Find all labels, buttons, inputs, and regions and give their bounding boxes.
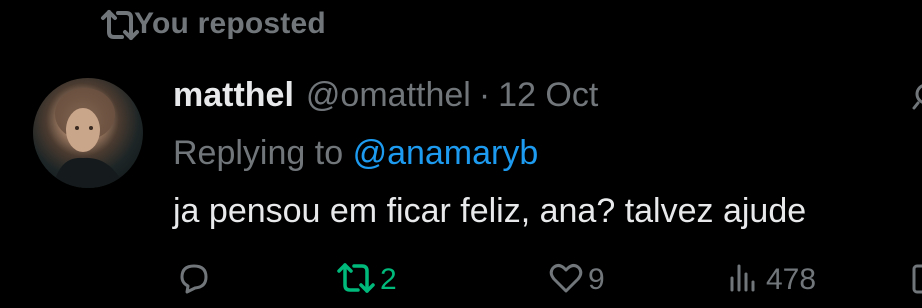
share-button[interactable] bbox=[912, 260, 922, 300]
author-handle[interactable]: @omatthel bbox=[306, 76, 471, 115]
like-count: 9 bbox=[588, 263, 605, 296]
post-actions: 2 9 478 bbox=[176, 260, 922, 300]
repost-icon bbox=[100, 8, 140, 42]
replying-mention-link[interactable]: @anamaryb bbox=[353, 134, 539, 172]
meta-separator: · bbox=[478, 76, 491, 114]
like-button[interactable]: 9 bbox=[548, 260, 605, 300]
post-meta-row: matthel @omatthel · 12 Oct bbox=[173, 76, 598, 115]
replying-to-line: Replying to @anamaryb bbox=[173, 134, 538, 173]
views-button[interactable]: 478 bbox=[726, 260, 816, 300]
views-icon bbox=[726, 260, 762, 301]
replying-prefix: Replying to bbox=[173, 134, 344, 172]
post-date[interactable]: 12 Oct bbox=[498, 76, 598, 115]
repost-count: 2 bbox=[380, 263, 397, 296]
repost-header: You reposted bbox=[100, 4, 326, 44]
heart-icon bbox=[548, 260, 584, 301]
more-options-icon[interactable] bbox=[912, 78, 922, 112]
views-count: 478 bbox=[766, 263, 817, 296]
reply-button[interactable] bbox=[176, 260, 212, 300]
avatar[interactable] bbox=[33, 78, 143, 188]
repost-icon bbox=[336, 260, 376, 301]
reply-icon bbox=[176, 260, 212, 301]
share-icon bbox=[912, 260, 922, 300]
repost-button[interactable]: 2 bbox=[336, 260, 397, 300]
author-name[interactable]: matthel bbox=[173, 76, 294, 115]
repost-header-text: You reposted bbox=[134, 7, 326, 40]
post-text: ja pensou em ficar feliz, ana? talvez aj… bbox=[173, 192, 807, 230]
